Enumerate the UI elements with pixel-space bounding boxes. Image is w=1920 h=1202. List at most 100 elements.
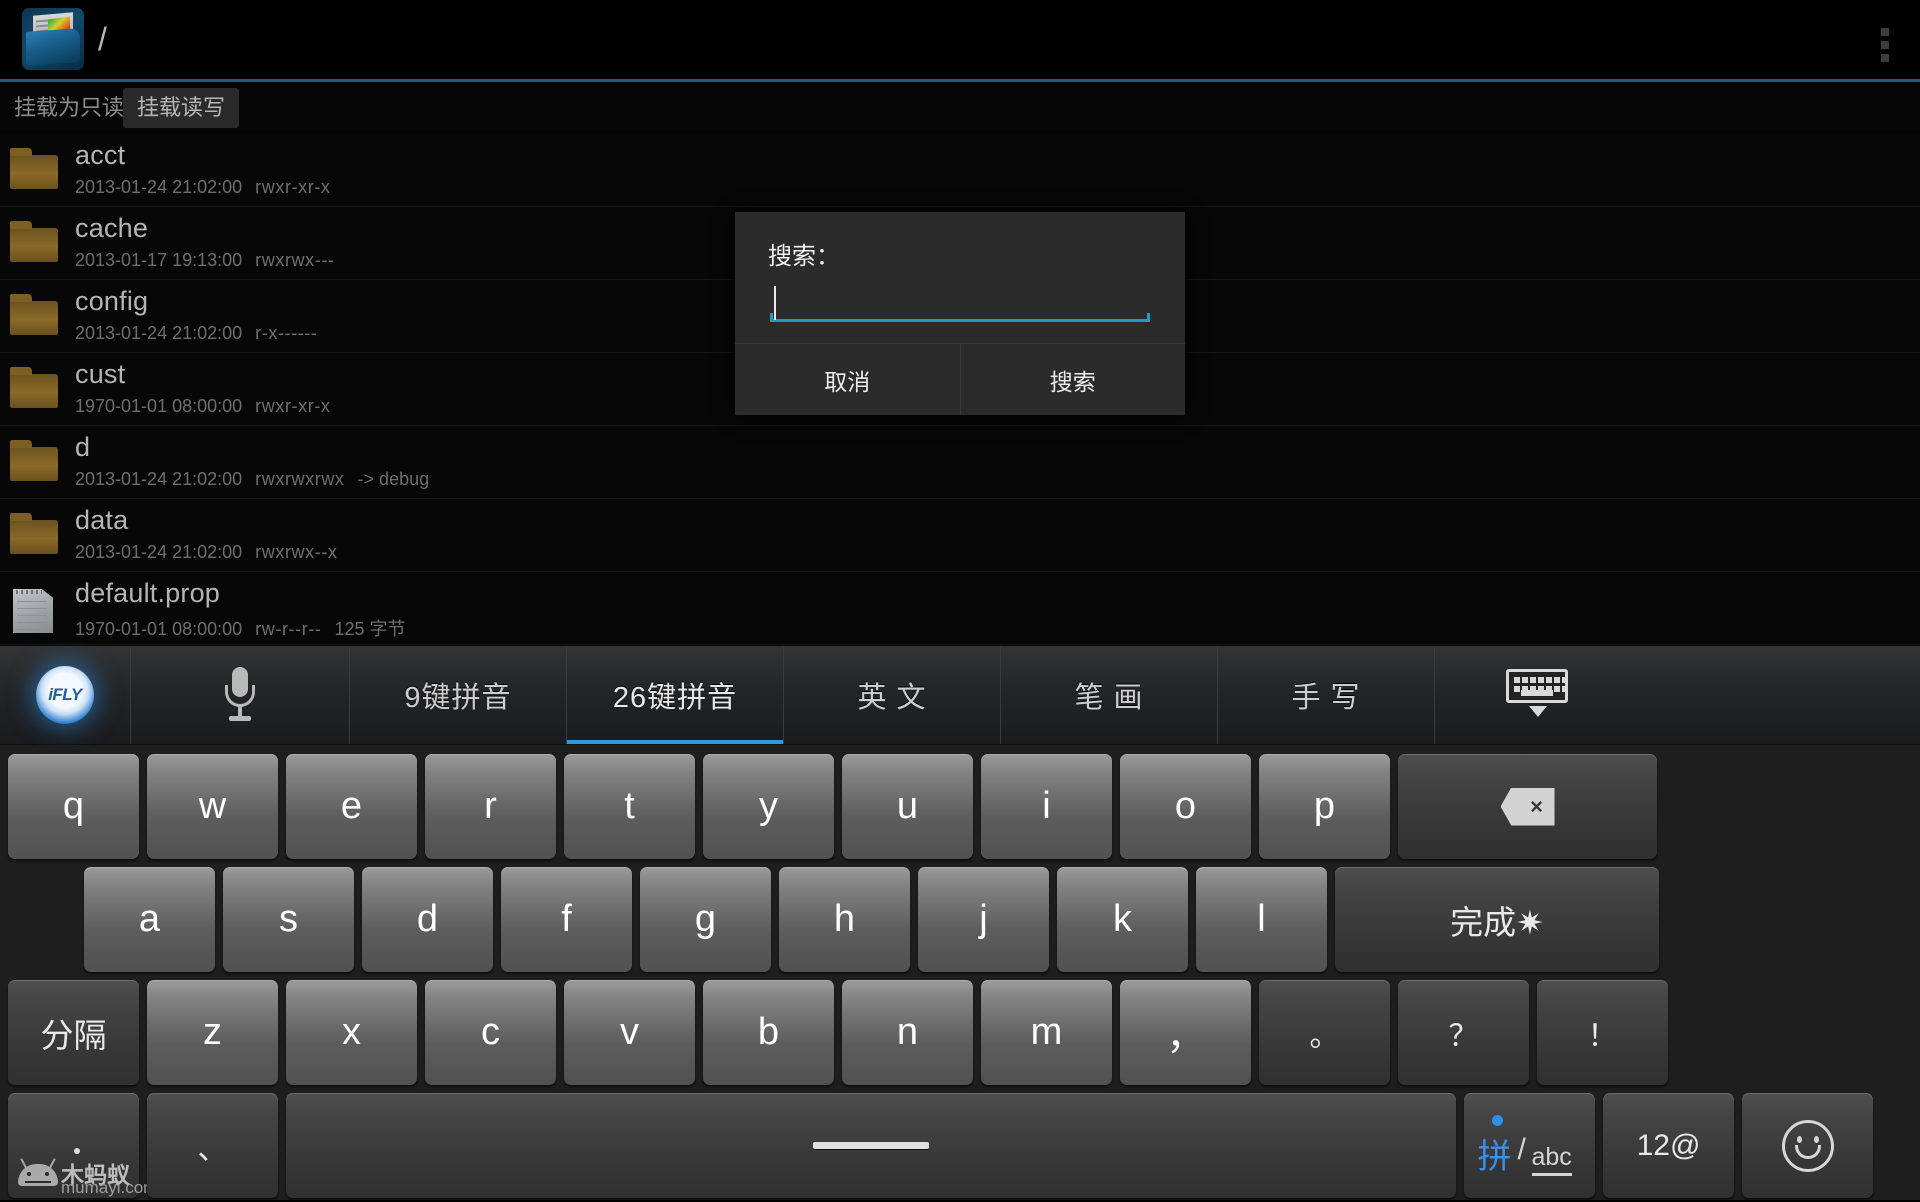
key-label: n xyxy=(896,1011,919,1053)
key-y[interactable]: y xyxy=(703,754,834,859)
ifly-logo-icon: iFLY xyxy=(36,666,94,724)
key-u[interactable]: u xyxy=(842,754,973,859)
key-label: ！ xyxy=(1587,1019,1618,1053)
key-label: p xyxy=(1313,785,1336,827)
key-e[interactable]: e xyxy=(286,754,417,859)
text-caret xyxy=(774,286,776,320)
ime-mode-toolbar: iFLY 9键拼音 26键拼音 英 文 笔 画 手 写 xyxy=(0,646,1920,745)
key-label: a xyxy=(138,898,161,940)
key-pinyin-abc-toggle[interactable]: 拼 / abc xyxy=(1464,1093,1595,1198)
key-row: 木蚂蚁 mumayi.com 、 拼 / abc 12@ xyxy=(4,1089,1916,1202)
key-punct[interactable]: 。 xyxy=(1259,980,1390,1085)
key-r[interactable]: r xyxy=(425,754,556,859)
hide-keyboard-icon xyxy=(1505,669,1568,721)
key-label: w xyxy=(198,785,227,827)
key-a[interactable]: a xyxy=(84,867,215,972)
key-label: r xyxy=(484,785,497,827)
key-w[interactable]: w xyxy=(147,754,278,859)
key-label: f xyxy=(561,898,572,940)
ime-key-rows: q w e r t y u i o p × a s d f g h j k l 完成✷ 分隔 z x c v b n m ， 。 ？ ！ 木蚂蚁 m… xyxy=(0,745,1920,1200)
key-punct[interactable]: ？ xyxy=(1398,980,1529,1085)
key-j[interactable]: j xyxy=(918,867,1049,972)
key-punct[interactable]: 、 xyxy=(147,1093,278,1198)
ime-mode-label: 26键拼音 xyxy=(612,682,738,714)
key-label: k xyxy=(1113,898,1132,940)
key-label: 。 xyxy=(1309,1019,1340,1053)
key-label: ， xyxy=(1166,1016,1205,1058)
key-label: b xyxy=(757,1011,780,1053)
key-space[interactable] xyxy=(286,1093,1456,1198)
key-12[interactable]: 12@ xyxy=(1603,1093,1734,1198)
key-分隔[interactable]: 分隔 xyxy=(8,980,139,1085)
key-row: 分隔 z x c v b n m ， 。 ？ ！ xyxy=(4,976,1916,1089)
key-d[interactable]: d xyxy=(362,867,493,972)
key-label: e xyxy=(340,785,363,827)
key-row: q w e r t y u i o p × xyxy=(4,750,1916,863)
key-blank: 木蚂蚁 mumayi.com xyxy=(8,1093,157,1198)
key-label: g xyxy=(694,898,717,940)
key-o[interactable]: o xyxy=(1120,754,1251,859)
key-label: z xyxy=(203,1011,222,1053)
cancel-button[interactable]: 取消 xyxy=(735,344,960,415)
key-letter[interactable]: ， xyxy=(1120,980,1251,1085)
key-emoji[interactable] xyxy=(1742,1093,1873,1198)
ime-mode-voice[interactable] xyxy=(131,646,350,744)
ime-mode-hide[interactable] xyxy=(1435,646,1638,744)
key-f[interactable]: f xyxy=(501,867,632,972)
key-t[interactable]: t xyxy=(564,754,695,859)
key-label: s xyxy=(279,898,298,940)
key-label: m xyxy=(1030,1011,1063,1053)
key-h[interactable]: h xyxy=(779,867,910,972)
key-i[interactable]: i xyxy=(981,754,1112,859)
ime-mode-handwrite[interactable]: 手 写 xyxy=(1218,646,1435,744)
ime-mode-label: 9键拼音 xyxy=(404,682,512,714)
key-label: ？ xyxy=(1448,1019,1479,1053)
key-m[interactable]: m xyxy=(981,980,1112,1085)
key-v[interactable]: v xyxy=(564,980,695,1085)
microphone-icon xyxy=(223,667,257,723)
key-label: v xyxy=(620,1011,639,1053)
key-label: 、 xyxy=(197,1132,228,1166)
smiley-icon xyxy=(1781,1119,1834,1172)
dialog-button-bar: 取消 搜索 xyxy=(735,343,1185,415)
ime-mode-label: 手 写 xyxy=(1291,682,1361,714)
ime-mode-label: 笔 画 xyxy=(1074,682,1144,714)
key-g[interactable]: g xyxy=(640,867,771,972)
key-label: 分隔 xyxy=(40,1016,107,1054)
key-q[interactable]: q xyxy=(8,754,139,859)
search-input[interactable] xyxy=(770,286,1150,322)
backspace-icon: × xyxy=(1500,787,1555,826)
pinyin-abc-toggle-icon: 拼 / abc xyxy=(1470,1114,1590,1177)
search-button[interactable]: 搜索 xyxy=(959,344,1186,415)
key-label: y xyxy=(759,785,778,827)
key-c[interactable]: c xyxy=(425,980,556,1085)
key-label: o xyxy=(1174,785,1197,827)
key-backspace[interactable]: × xyxy=(1398,754,1657,859)
key-z[interactable]: z xyxy=(147,980,278,1085)
key-b[interactable]: b xyxy=(703,980,834,1085)
dialog-title: 搜索： xyxy=(768,243,840,270)
key-punct[interactable]: ！ xyxy=(1537,980,1668,1085)
key-label: t xyxy=(624,785,635,827)
spacebar-icon xyxy=(813,1142,929,1149)
key-l[interactable]: l xyxy=(1196,867,1327,972)
key-label: x xyxy=(342,1011,361,1053)
key-label: l xyxy=(1257,898,1266,940)
watermark-cn: 木蚂蚁 xyxy=(61,1162,130,1188)
key-s[interactable]: s xyxy=(223,867,354,972)
key-k[interactable]: k xyxy=(1057,867,1188,972)
ifly-logo-text: iFLY xyxy=(48,685,82,704)
ime-keyboard: iFLY 9键拼音 26键拼音 英 文 笔 画 手 写 q w e r t y u i o p × a s d f g h… xyxy=(0,646,1920,1200)
ime-mode-ifly[interactable]: iFLY xyxy=(0,646,131,744)
ime-mode-py26[interactable]: 26键拼音 xyxy=(567,646,784,744)
key-完成[interactable]: 完成✷ xyxy=(1335,867,1659,972)
key-label: q xyxy=(62,785,85,827)
ime-mode-english[interactable]: 英 文 xyxy=(784,646,1001,744)
key-x[interactable]: x xyxy=(286,980,417,1085)
key-label: 完成✷ xyxy=(1450,903,1544,941)
ime-mode-stroke[interactable]: 笔 画 xyxy=(1001,646,1218,744)
key-label: u xyxy=(896,785,919,827)
key-p[interactable]: p xyxy=(1259,754,1390,859)
ime-mode-py9[interactable]: 9键拼音 xyxy=(350,646,567,744)
key-n[interactable]: n xyxy=(842,980,973,1085)
